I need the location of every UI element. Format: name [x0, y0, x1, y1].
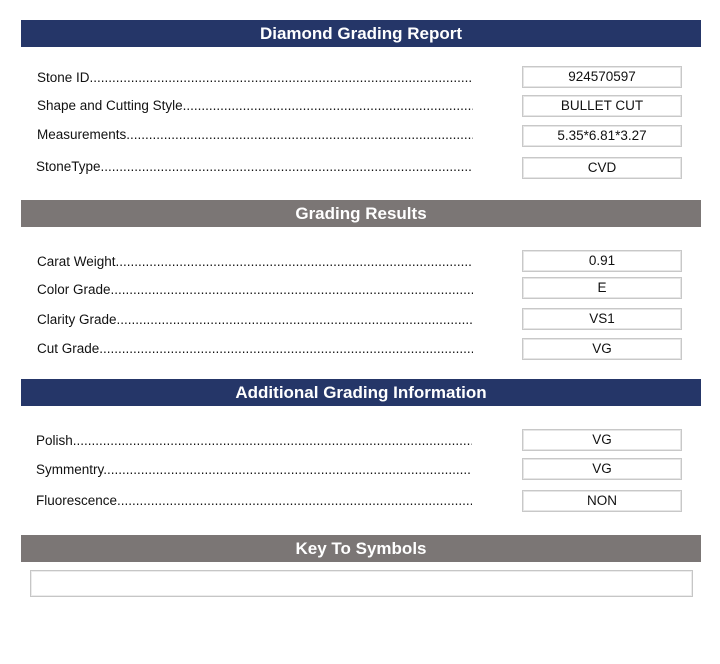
field-row-color-grade: Color Grade.............................… [0, 277, 720, 304]
field-row-cut-grade: Cut Grade...............................… [0, 338, 720, 363]
label-text: Clarity Grade [37, 312, 117, 327]
label-text: Measurements [37, 127, 127, 142]
label-text: Carat Weight [37, 254, 116, 269]
leader-dots: ........................................… [182, 98, 473, 113]
field-value-symmetry: VG [522, 458, 682, 480]
section-header-grading-results: Grading Results [21, 200, 701, 227]
key-to-symbols-box [30, 570, 693, 597]
field-row-symmetry: Symmentry...............................… [0, 458, 720, 484]
field-value-fluorescence: NON [522, 490, 682, 512]
field-label: Cut Grade...............................… [37, 339, 473, 359]
field-row-clarity-grade: Clarity Grade...........................… [0, 308, 720, 334]
field-label: Clarity Grade...........................… [37, 310, 473, 330]
field-value-shape: BULLET CUT [522, 95, 682, 117]
leader-dots: ........................................… [100, 159, 472, 174]
field-value-polish: VG [522, 429, 682, 451]
leader-dots: ........................................… [115, 254, 473, 269]
section-header-diamond-grading-report: Diamond Grading Report [21, 20, 701, 47]
field-label: Stone ID................................… [37, 68, 473, 88]
leader-dots: ........................................… [103, 462, 472, 477]
field-value-color-grade: E [522, 277, 682, 299]
field-value-stone-id: 924570597 [522, 66, 682, 88]
field-row-polish: Polish..................................… [0, 429, 720, 455]
field-label: Color Grade.............................… [37, 280, 473, 300]
leader-dots: ........................................… [126, 127, 473, 142]
leader-dots: ........................................… [89, 70, 473, 85]
field-row-measurements: Measurements............................… [0, 125, 720, 149]
label-text: Stone ID [37, 70, 90, 85]
label-text: StoneType [36, 159, 101, 174]
field-label: Fluorescence............................… [36, 491, 472, 511]
field-row-stone-type: StoneType...............................… [0, 157, 720, 181]
field-row-stone-id: Stone ID................................… [0, 66, 720, 92]
field-label: Measurements............................… [37, 125, 473, 145]
section-header-additional-grading-information: Additional Grading Information [21, 379, 701, 406]
field-row-carat-weight: Carat Weight............................… [0, 250, 720, 276]
label-text: Cut Grade [37, 341, 100, 356]
label-text: Polish [36, 433, 73, 448]
section-header-key-to-symbols: Key To Symbols [21, 535, 701, 562]
leader-dots: ........................................… [117, 493, 472, 508]
field-value-measurements: 5.35*6.81*3.27 [522, 125, 682, 147]
field-label: Symmentry...............................… [36, 460, 472, 480]
leader-dots: ........................................… [72, 433, 472, 448]
field-row-fluorescence: Fluorescence............................… [0, 490, 720, 515]
field-row-shape: Shape and Cutting Style.................… [0, 95, 720, 120]
label-text: Shape and Cutting Style [37, 98, 183, 113]
leader-dots: ........................................… [116, 312, 473, 327]
field-value-stone-type: CVD [522, 157, 682, 179]
label-text: Symmentry [36, 462, 104, 477]
leader-dots: ........................................… [110, 282, 473, 297]
leader-dots: ........................................… [99, 341, 473, 356]
field-label: Shape and Cutting Style.................… [37, 96, 473, 116]
field-value-clarity-grade: VS1 [522, 308, 682, 330]
field-label: Polish..................................… [36, 431, 472, 451]
label-text: Fluorescence [36, 493, 118, 508]
label-text: Color Grade [37, 282, 111, 297]
field-label: Carat Weight............................… [37, 252, 473, 272]
field-value-cut-grade: VG [522, 338, 682, 360]
field-label: StoneType...............................… [36, 157, 472, 177]
field-value-carat-weight: 0.91 [522, 250, 682, 272]
